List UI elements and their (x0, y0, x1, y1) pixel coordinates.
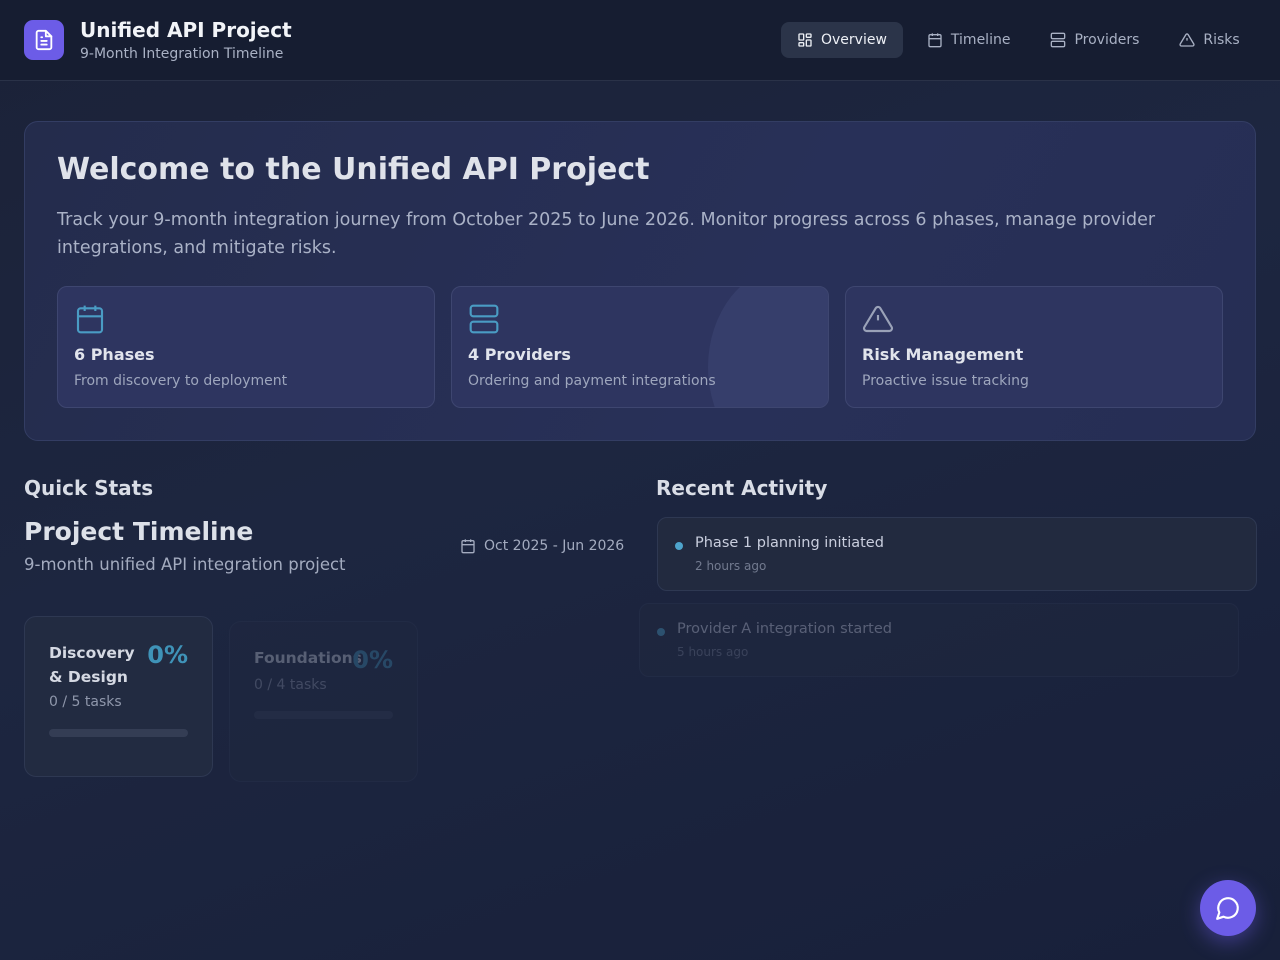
calendar-icon (461, 539, 475, 554)
activity-text: Provider A integration started (677, 621, 892, 637)
activity-dot (675, 542, 683, 550)
feature-description: Proactive issue tracking (862, 373, 1029, 389)
calendar-icon (74, 303, 106, 339)
date-range: Oct 2025 - Jun 2026 (460, 538, 624, 554)
main-nav: Overview Timeline Providers Risks (781, 22, 1264, 58)
tab-risks[interactable]: Risks (1163, 22, 1255, 58)
welcome-title: Welcome to the Unified API Project (57, 152, 650, 187)
feature-card-providers: 4 Providers Ordering and payment integra… (451, 286, 829, 408)
phase-tasks: 0 / 4 tasks (254, 677, 327, 693)
server-icon (1051, 32, 1066, 48)
tab-label: Overview (821, 32, 887, 48)
feature-title: Risk Management (862, 345, 1024, 364)
app-title: Unified API Project (80, 18, 292, 42)
feature-card-risks: Risk Management Proactive issue tracking (845, 286, 1223, 408)
welcome-description: Track your 9-month integration journey f… (57, 210, 1156, 258)
phase-name: Discovery & Design (49, 644, 135, 686)
activity-item[interactable]: Phase 1 planning initiated 2 hours ago (657, 517, 1257, 591)
phase-percent: 0% (147, 641, 188, 669)
phase-percent: 0% (352, 646, 393, 674)
app-header: Unified API Project 9-Month Integration … (0, 0, 1280, 81)
welcome-card: Welcome to the Unified API Project Track… (24, 121, 1256, 441)
recent-activity-heading: Recent Activity (656, 476, 828, 500)
warning-icon (1179, 33, 1196, 47)
phase-progress-bar (49, 729, 188, 737)
dashboard-icon (798, 33, 812, 47)
chat-bubble-icon (1216, 897, 1239, 920)
phase-name: Foundations (254, 649, 362, 667)
activity-time: 2 hours ago (695, 559, 767, 573)
quick-stats-heading: Quick Stats (24, 476, 154, 500)
activity-time: 5 hours ago (677, 645, 749, 659)
feature-description: Ordering and payment integrations (468, 373, 716, 389)
activity-text: Phase 1 planning initiated (695, 535, 884, 551)
activity-dot (657, 628, 665, 636)
feature-description: From discovery to deployment (74, 373, 288, 389)
tab-label: Providers (1074, 32, 1140, 48)
phase-card-discovery[interactable]: Discovery & Design 0% 0 / 5 tasks (24, 616, 213, 777)
activity-item[interactable]: Provider A integration started 5 hours a… (639, 603, 1239, 677)
warning-icon (862, 303, 894, 339)
project-timeline-subtitle: 9-month unified API integration project (24, 555, 346, 574)
date-range-text: Oct 2025 - Jun 2026 (484, 538, 625, 554)
project-timeline-title: Project Timeline (24, 517, 254, 546)
chat-button[interactable] (1200, 880, 1256, 936)
tab-label: Timeline (950, 32, 1011, 48)
tab-overview[interactable]: Overview (781, 22, 903, 58)
phase-card-foundations[interactable]: Foundations 0% 0 / 4 tasks (229, 621, 418, 782)
server-icon (468, 303, 500, 339)
tab-providers[interactable]: Providers (1034, 22, 1155, 58)
document-icon (24, 20, 64, 60)
app-subtitle: 9-Month Integration Timeline (80, 46, 284, 62)
tab-label: Risks (1203, 32, 1240, 48)
phase-progress-bar (254, 711, 393, 719)
calendar-icon (928, 33, 942, 48)
phase-tasks: 0 / 5 tasks (49, 694, 122, 710)
decorative-blob (708, 287, 828, 407)
tab-timeline[interactable]: Timeline (911, 22, 1027, 58)
feature-title: 4 Providers (468, 345, 571, 364)
feature-title: 6 Phases (74, 345, 155, 364)
feature-card-phases: 6 Phases From discovery to deployment (57, 286, 435, 408)
